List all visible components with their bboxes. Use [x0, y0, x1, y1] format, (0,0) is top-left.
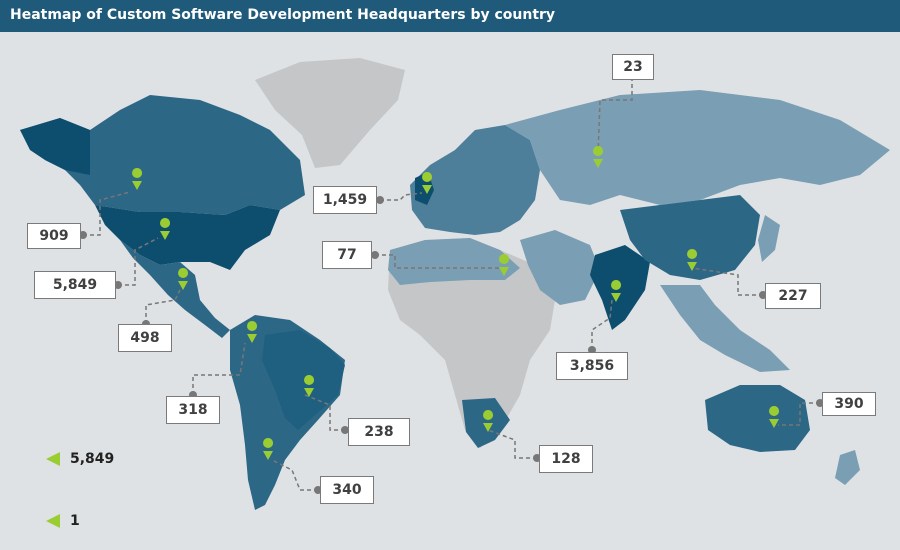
value-label: 238 [348, 418, 410, 446]
value-label: 1,459 [313, 186, 377, 214]
value-label: 340 [320, 476, 374, 504]
legend-max-label: 5,849 [70, 451, 115, 467]
legend-max-marker-icon [46, 452, 60, 466]
landmasses [20, 58, 890, 510]
map-view: Heatmap of Custom Software Development H… [0, 0, 900, 550]
value-label: 77 [322, 241, 372, 269]
region-japan [758, 215, 780, 262]
title-bar: Heatmap of Custom Software Development H… [0, 0, 900, 32]
value-label: 5,849 [34, 271, 116, 299]
value-label: 390 [822, 392, 876, 416]
map-title: Heatmap of Custom Software Development H… [10, 7, 556, 23]
value-label: 909 [27, 223, 81, 249]
region-alaska [20, 118, 90, 175]
legend-min-marker-icon [46, 514, 60, 528]
value-label: 227 [765, 283, 821, 309]
region-usa [95, 205, 280, 270]
region-russia [505, 90, 890, 205]
value-label: 318 [166, 396, 220, 424]
region-australia [705, 385, 810, 452]
value-label: 3,856 [556, 352, 628, 380]
legend-min-label: 1 [70, 513, 80, 529]
value-label: 498 [118, 324, 172, 352]
value-label: 23 [612, 54, 654, 80]
value-label: 128 [539, 445, 593, 473]
region-new-zealand [835, 450, 860, 485]
world-map [20, 58, 890, 528]
